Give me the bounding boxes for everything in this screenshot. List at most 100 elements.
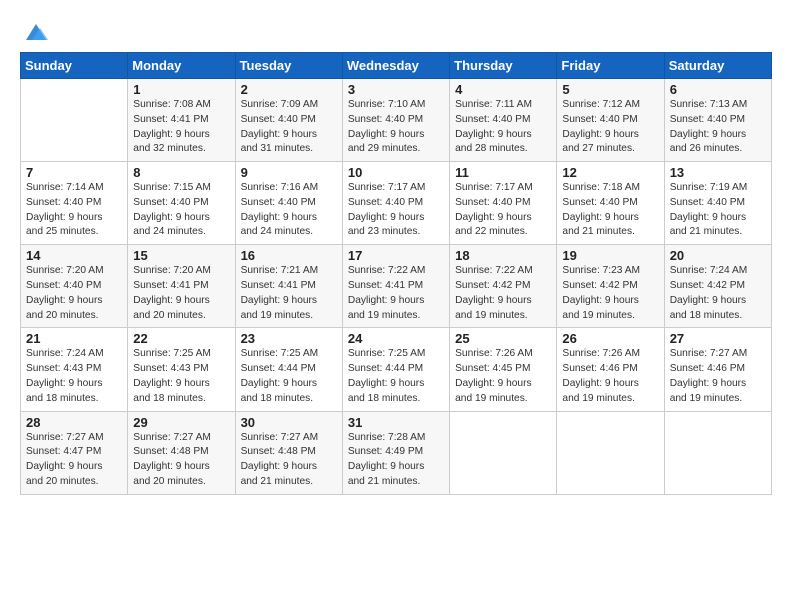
day-number: 30 [241,415,337,430]
calendar-header-monday: Monday [128,53,235,79]
day-number: 15 [133,248,229,263]
day-info: Sunrise: 7:25 AM Sunset: 4:43 PM Dayligh… [133,347,229,406]
day-number: 10 [348,165,444,180]
calendar-header-sunday: Sunday [21,53,128,79]
calendar-cell: 21Sunrise: 7:24 AM Sunset: 4:43 PM Dayli… [21,328,128,411]
calendar-week-row: 1Sunrise: 7:08 AM Sunset: 4:41 PM Daylig… [21,79,772,162]
day-info: Sunrise: 7:17 AM Sunset: 4:40 PM Dayligh… [348,181,444,240]
day-number: 8 [133,165,229,180]
calendar-cell: 26Sunrise: 7:26 AM Sunset: 4:46 PM Dayli… [557,328,664,411]
day-number: 6 [670,82,766,97]
calendar-cell: 6Sunrise: 7:13 AM Sunset: 4:40 PM Daylig… [664,79,771,162]
calendar-header-saturday: Saturday [664,53,771,79]
calendar-week-row: 14Sunrise: 7:20 AM Sunset: 4:40 PM Dayli… [21,245,772,328]
logo [20,18,50,46]
day-info: Sunrise: 7:28 AM Sunset: 4:49 PM Dayligh… [348,431,444,490]
day-info: Sunrise: 7:25 AM Sunset: 4:44 PM Dayligh… [348,347,444,406]
calendar-cell: 10Sunrise: 7:17 AM Sunset: 4:40 PM Dayli… [342,162,449,245]
calendar-cell: 23Sunrise: 7:25 AM Sunset: 4:44 PM Dayli… [235,328,342,411]
day-info: Sunrise: 7:24 AM Sunset: 4:43 PM Dayligh… [26,347,122,406]
calendar-week-row: 28Sunrise: 7:27 AM Sunset: 4:47 PM Dayli… [21,411,772,494]
calendar-header-tuesday: Tuesday [235,53,342,79]
calendar-cell: 9Sunrise: 7:16 AM Sunset: 4:40 PM Daylig… [235,162,342,245]
calendar-cell: 18Sunrise: 7:22 AM Sunset: 4:42 PM Dayli… [450,245,557,328]
day-number: 27 [670,331,766,346]
calendar-cell: 2Sunrise: 7:09 AM Sunset: 4:40 PM Daylig… [235,79,342,162]
header [20,18,772,46]
calendar-week-row: 7Sunrise: 7:14 AM Sunset: 4:40 PM Daylig… [21,162,772,245]
calendar-cell: 24Sunrise: 7:25 AM Sunset: 4:44 PM Dayli… [342,328,449,411]
calendar-cell [450,411,557,494]
calendar-header-row: SundayMondayTuesdayWednesdayThursdayFrid… [21,53,772,79]
day-info: Sunrise: 7:27 AM Sunset: 4:48 PM Dayligh… [133,431,229,490]
day-info: Sunrise: 7:15 AM Sunset: 4:40 PM Dayligh… [133,181,229,240]
calendar-cell: 31Sunrise: 7:28 AM Sunset: 4:49 PM Dayli… [342,411,449,494]
calendar-header-thursday: Thursday [450,53,557,79]
calendar-cell: 11Sunrise: 7:17 AM Sunset: 4:40 PM Dayli… [450,162,557,245]
calendar-cell: 30Sunrise: 7:27 AM Sunset: 4:48 PM Dayli… [235,411,342,494]
day-number: 4 [455,82,551,97]
calendar-cell: 17Sunrise: 7:22 AM Sunset: 4:41 PM Dayli… [342,245,449,328]
calendar-cell: 28Sunrise: 7:27 AM Sunset: 4:47 PM Dayli… [21,411,128,494]
calendar-cell: 12Sunrise: 7:18 AM Sunset: 4:40 PM Dayli… [557,162,664,245]
day-number: 24 [348,331,444,346]
day-info: Sunrise: 7:20 AM Sunset: 4:41 PM Dayligh… [133,264,229,323]
day-number: 25 [455,331,551,346]
day-info: Sunrise: 7:16 AM Sunset: 4:40 PM Dayligh… [241,181,337,240]
calendar-cell: 25Sunrise: 7:26 AM Sunset: 4:45 PM Dayli… [450,328,557,411]
day-number: 2 [241,82,337,97]
day-info: Sunrise: 7:22 AM Sunset: 4:41 PM Dayligh… [348,264,444,323]
day-number: 23 [241,331,337,346]
calendar-cell: 8Sunrise: 7:15 AM Sunset: 4:40 PM Daylig… [128,162,235,245]
day-number: 14 [26,248,122,263]
calendar-cell [557,411,664,494]
day-number: 18 [455,248,551,263]
day-info: Sunrise: 7:23 AM Sunset: 4:42 PM Dayligh… [562,264,658,323]
calendar-week-row: 21Sunrise: 7:24 AM Sunset: 4:43 PM Dayli… [21,328,772,411]
calendar-cell [664,411,771,494]
day-info: Sunrise: 7:27 AM Sunset: 4:46 PM Dayligh… [670,347,766,406]
day-info: Sunrise: 7:13 AM Sunset: 4:40 PM Dayligh… [670,98,766,157]
day-number: 11 [455,165,551,180]
calendar-cell: 4Sunrise: 7:11 AM Sunset: 4:40 PM Daylig… [450,79,557,162]
day-info: Sunrise: 7:24 AM Sunset: 4:42 PM Dayligh… [670,264,766,323]
day-number: 17 [348,248,444,263]
day-info: Sunrise: 7:21 AM Sunset: 4:41 PM Dayligh… [241,264,337,323]
calendar-header-friday: Friday [557,53,664,79]
day-number: 28 [26,415,122,430]
day-info: Sunrise: 7:26 AM Sunset: 4:46 PM Dayligh… [562,347,658,406]
calendar-cell: 3Sunrise: 7:10 AM Sunset: 4:40 PM Daylig… [342,79,449,162]
calendar-cell: 15Sunrise: 7:20 AM Sunset: 4:41 PM Dayli… [128,245,235,328]
day-info: Sunrise: 7:27 AM Sunset: 4:47 PM Dayligh… [26,431,122,490]
day-number: 1 [133,82,229,97]
day-number: 29 [133,415,229,430]
day-number: 3 [348,82,444,97]
day-info: Sunrise: 7:17 AM Sunset: 4:40 PM Dayligh… [455,181,551,240]
day-info: Sunrise: 7:12 AM Sunset: 4:40 PM Dayligh… [562,98,658,157]
day-info: Sunrise: 7:22 AM Sunset: 4:42 PM Dayligh… [455,264,551,323]
day-number: 12 [562,165,658,180]
day-number: 20 [670,248,766,263]
day-number: 31 [348,415,444,430]
calendar-cell: 29Sunrise: 7:27 AM Sunset: 4:48 PM Dayli… [128,411,235,494]
day-info: Sunrise: 7:26 AM Sunset: 4:45 PM Dayligh… [455,347,551,406]
day-number: 22 [133,331,229,346]
calendar-cell: 13Sunrise: 7:19 AM Sunset: 4:40 PM Dayli… [664,162,771,245]
calendar-cell: 5Sunrise: 7:12 AM Sunset: 4:40 PM Daylig… [557,79,664,162]
day-info: Sunrise: 7:19 AM Sunset: 4:40 PM Dayligh… [670,181,766,240]
calendar-cell: 19Sunrise: 7:23 AM Sunset: 4:42 PM Dayli… [557,245,664,328]
day-number: 21 [26,331,122,346]
calendar-cell: 20Sunrise: 7:24 AM Sunset: 4:42 PM Dayli… [664,245,771,328]
day-number: 7 [26,165,122,180]
day-number: 13 [670,165,766,180]
logo-icon [22,18,50,46]
calendar-cell: 14Sunrise: 7:20 AM Sunset: 4:40 PM Dayli… [21,245,128,328]
day-number: 16 [241,248,337,263]
calendar-cell: 16Sunrise: 7:21 AM Sunset: 4:41 PM Dayli… [235,245,342,328]
day-info: Sunrise: 7:25 AM Sunset: 4:44 PM Dayligh… [241,347,337,406]
page: SundayMondayTuesdayWednesdayThursdayFrid… [0,0,792,612]
calendar-cell: 7Sunrise: 7:14 AM Sunset: 4:40 PM Daylig… [21,162,128,245]
day-number: 9 [241,165,337,180]
calendar-table: SundayMondayTuesdayWednesdayThursdayFrid… [20,52,772,495]
day-info: Sunrise: 7:09 AM Sunset: 4:40 PM Dayligh… [241,98,337,157]
